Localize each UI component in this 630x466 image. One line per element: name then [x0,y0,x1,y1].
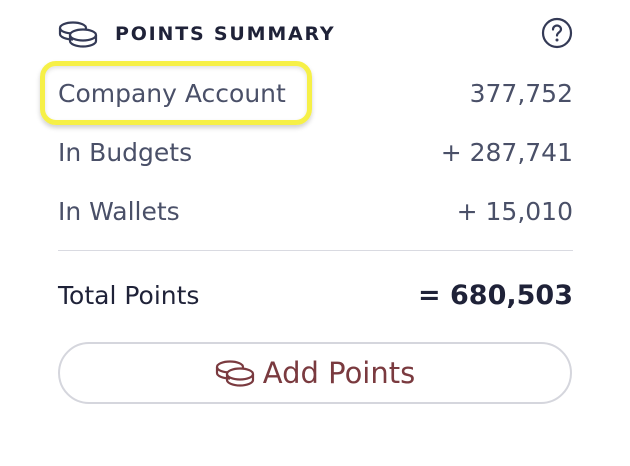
in-budgets-row: In Budgets + 287,741 [58,133,573,173]
total-points-value: = 680,503 [418,280,573,311]
in-wallets-row: In Wallets + 15,010 [58,192,573,232]
help-circle-icon[interactable] [541,17,573,49]
coins-icon [215,360,254,387]
in-budgets-label: In Budgets [58,138,193,167]
summary-divider [58,250,573,251]
company-account-row: Company Account 377,752 [58,74,573,114]
in-budgets-value: + 287,741 [440,138,573,167]
coins-icon [58,21,98,48]
add-points-button-content: Add Points [60,344,570,402]
company-account-label: Company Account [58,79,286,108]
in-wallets-value: + 15,010 [456,197,573,226]
points-summary-card: POINTS SUMMARY Company Account 377,752 I… [0,0,630,466]
in-wallets-label: In Wallets [58,197,180,226]
add-points-label: Add Points [262,355,416,390]
company-account-value: 377,752 [469,79,573,108]
points-summary-header: POINTS SUMMARY [58,14,573,54]
add-points-button[interactable]: Add Points [58,342,572,404]
total-points-row: Total Points = 680,503 [58,276,573,316]
section-title: POINTS SUMMARY [115,23,336,45]
total-points-label: Total Points [58,281,200,310]
